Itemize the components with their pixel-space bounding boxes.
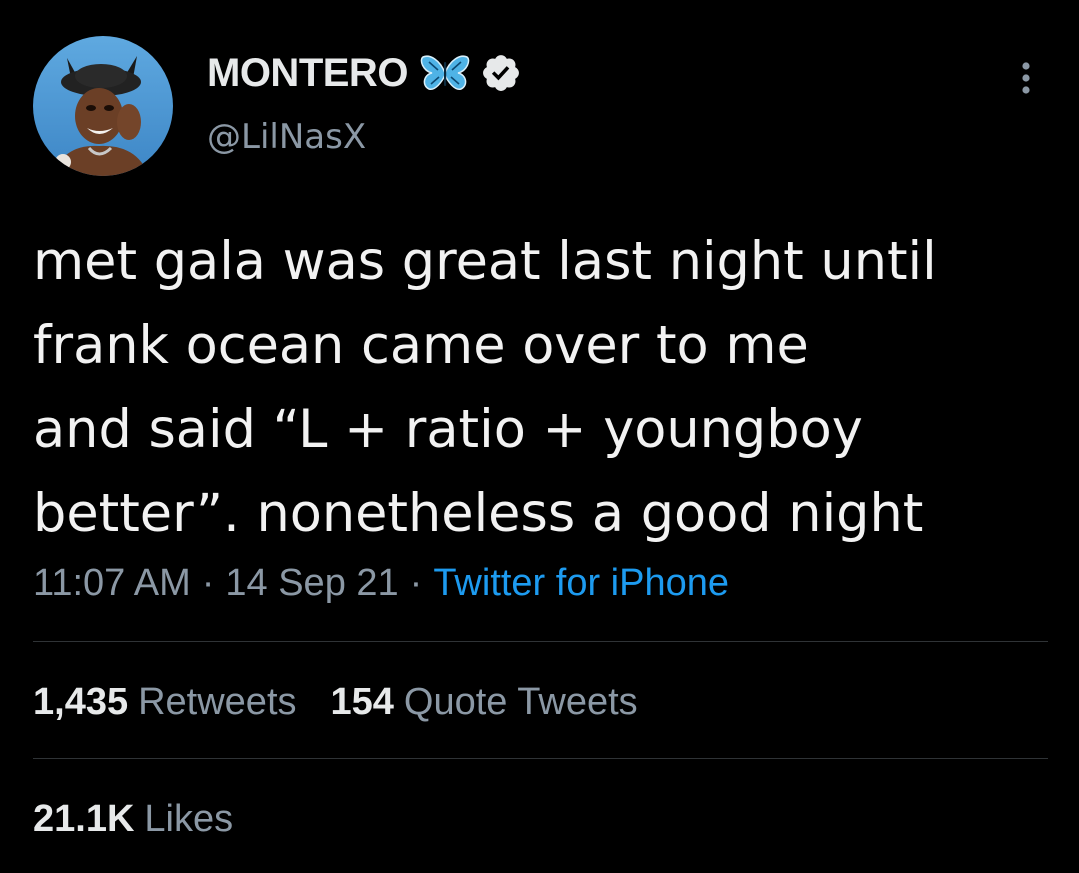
quote-tweets-count: 154: [330, 680, 394, 723]
author-name-row: MONTERO: [207, 48, 522, 98]
more-vertical-icon: [1022, 62, 1030, 94]
likes-label: Likes: [144, 797, 234, 840]
avatar[interactable]: [33, 36, 173, 176]
quote-tweets-stat[interactable]: 154 Quote Tweets: [331, 681, 638, 724]
verified-badge-icon: [480, 52, 522, 94]
retweets-label: Retweets: [138, 680, 297, 723]
display-name[interactable]: MONTERO: [207, 51, 408, 96]
tweet-text-line: met gala was great last night until: [33, 231, 937, 292]
divider: [33, 758, 1048, 759]
retweets-count: 1,435: [33, 680, 129, 723]
profile-photo: [33, 36, 173, 176]
likes-count: 21.1K: [33, 797, 135, 840]
tweet-text: met gala was great last night until fran…: [33, 220, 1053, 556]
likes-stat[interactable]: 21.1K Likes: [33, 798, 233, 841]
tweet-source-link[interactable]: Twitter for iPhone: [433, 562, 729, 605]
divider: [33, 641, 1048, 642]
quote-tweets-label: Quote Tweets: [403, 680, 638, 723]
tweet-text-line: better”. nonetheless a good night: [33, 483, 924, 544]
tweet-text-line: frank ocean came over to me: [33, 315, 809, 376]
more-options-button[interactable]: [1006, 58, 1046, 98]
tweet-text-line: and said “L + ratio + youngboy: [33, 399, 863, 460]
tweet-date[interactable]: 14 Sep 21: [225, 562, 398, 605]
author-handle[interactable]: @LilNasX: [207, 117, 366, 157]
separator-dot: ·: [201, 561, 215, 604]
separator-dot: ·: [409, 561, 423, 604]
likes-row: 21.1K Likes: [33, 794, 267, 844]
tweet-metadata: 11:07 AM · 14 Sep 21 · Twitter for iPhon…: [33, 558, 729, 608]
engagement-stats: 1,435 Retweets 154 Quote Tweets: [33, 677, 672, 727]
retweets-stat[interactable]: 1,435 Retweets: [33, 681, 297, 724]
butterfly-icon: [420, 54, 470, 92]
tweet-time[interactable]: 11:07 AM: [33, 562, 191, 605]
